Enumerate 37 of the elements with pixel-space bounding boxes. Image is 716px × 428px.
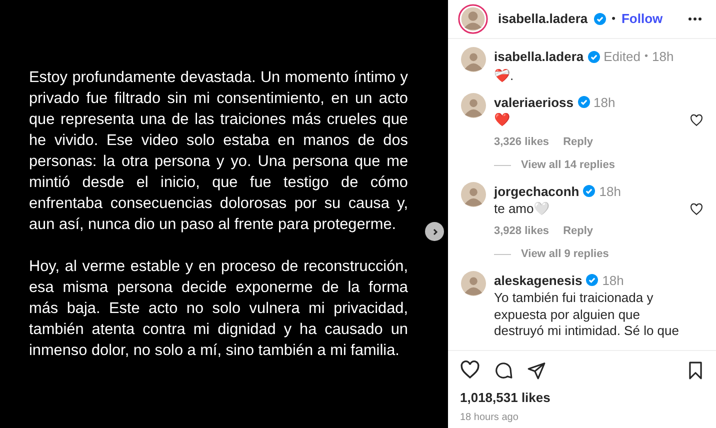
timestamp: 18h: [594, 94, 616, 112]
username[interactable]: valeriaerioss: [494, 92, 574, 112]
likes-count: 3,326 likes: [494, 134, 550, 150]
edited-label: Edited: [604, 48, 640, 66]
slide-paragraph: Estoy profundamente devastada. Un momento íntimo y privado fue filtrado sin mi consentimiento, en un acto que representa una de las traiciones más crueles que he vivido. Ese video solo estaba en manos de dos personas: la otra persona y yo. Una persona que me mintió desde el inicio, que fue testigo de cómo enfrentaba consecuencias dolorosas por su causa y, aun así, nunca dio un paso al frente para protegerme.: [29, 68, 408, 235]
likes-count[interactable]: 1,018,531 likes: [460, 388, 704, 408]
timestamp: 18h: [599, 182, 621, 200]
separator: •: [612, 12, 616, 27]
heart-icon[interactable]: [690, 114, 703, 127]
username[interactable]: isabella.ladera: [494, 47, 584, 66]
username[interactable]: jorgechaconh: [494, 182, 580, 201]
like-icon[interactable]: [460, 360, 480, 380]
avatar[interactable]: [458, 4, 488, 34]
share-icon[interactable]: [527, 360, 546, 380]
likes-count: 3,928 likes: [494, 224, 550, 238]
post-time: 18 hours ago: [460, 410, 520, 424]
username[interactable]: aleskagenesis: [494, 270, 582, 290]
heart-icon[interactable]: [690, 202, 703, 216]
avatar[interactable]: [461, 182, 486, 206]
slide-paragraph: Hoy, al verme estable y en proceso de reconstrucción, esa misma persona decide exponerme de la forma más baja. Este acto no solo vulnera mi privacidad, también atenta contra mi dignidad y ha causado un inmenso dolor, no solo a mí, sino también a mi familia.: [29, 257, 408, 361]
comment-text: te amo🤍: [494, 201, 551, 218]
avatar[interactable]: [461, 92, 486, 118]
next-button[interactable]: [425, 222, 444, 241]
bookmark-icon[interactable]: [687, 360, 704, 380]
caption-text: ❤‍🩹.: [494, 66, 515, 84]
comment-icon[interactable]: [494, 360, 513, 380]
timestamp: 18h: [652, 48, 674, 66]
avatar[interactable]: [461, 270, 486, 296]
timestamp: 18h: [602, 272, 624, 290]
more-options-icon[interactable]: [688, 17, 702, 21]
chevron-right-icon: [430, 228, 438, 236]
comment-text: ❤: [494, 112, 511, 128]
comment-text: Yo también fui traicionada y expuesta por alguien que destruyó mi intimidad. Sé lo que: [494, 290, 680, 340]
follow-button[interactable]: Follow: [621, 9, 663, 29]
separator: •: [644, 50, 648, 64]
avatar[interactable]: [461, 47, 486, 72]
username[interactable]: isabella.ladera: [498, 9, 588, 29]
